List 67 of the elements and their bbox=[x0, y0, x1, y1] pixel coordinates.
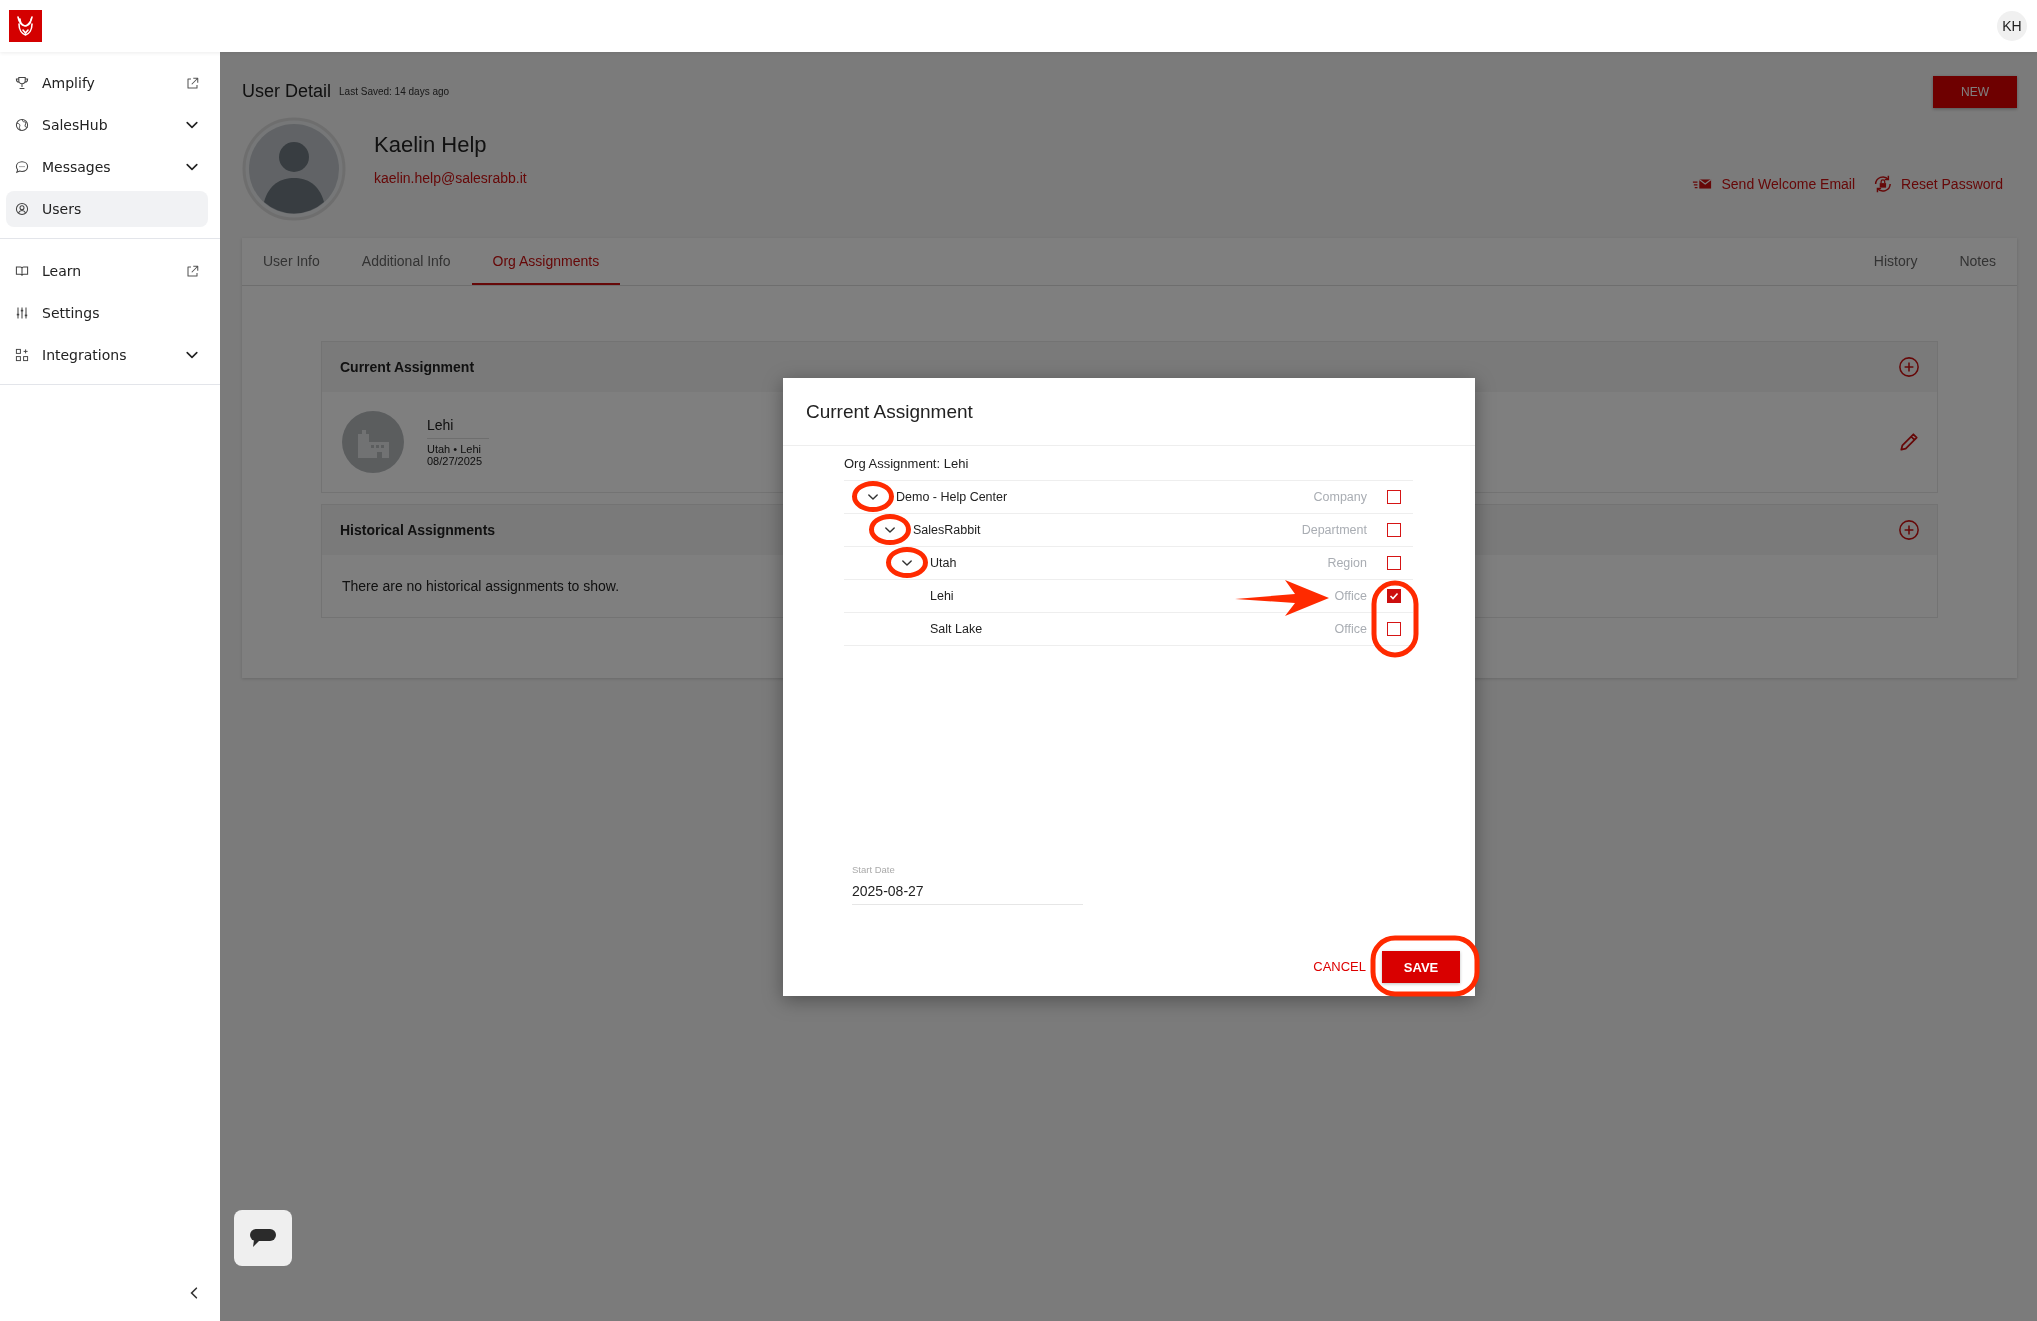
dialog-title: Current Assignment bbox=[783, 378, 1475, 446]
section-title: Current Assignment bbox=[340, 359, 475, 375]
empty-message: There are no historical assignments to show. bbox=[342, 578, 620, 594]
checkbox[interactable] bbox=[1387, 589, 1401, 603]
globe-icon bbox=[14, 117, 30, 133]
last-saved-text: Last Saved: 14 days ago bbox=[339, 86, 450, 97]
org-level-label: Company bbox=[1313, 490, 1367, 504]
action-link[interactable]: Send Welcome Email bbox=[1691, 174, 1856, 194]
checkbox[interactable] bbox=[1387, 523, 1401, 537]
pencil-icon[interactable] bbox=[1898, 431, 1920, 453]
sidebar-item[interactable]: SalesHub bbox=[6, 107, 208, 143]
trophy-icon bbox=[14, 75, 30, 91]
book-icon bbox=[14, 263, 30, 279]
sidebar-item[interactable]: Integrations bbox=[6, 337, 208, 373]
sidebar-item[interactable]: Users bbox=[6, 191, 208, 227]
assignment-path: Utah • Lehi bbox=[427, 443, 482, 455]
highlight-ring bbox=[852, 481, 894, 512]
org-level-label: Region bbox=[1327, 556, 1367, 570]
user-circle-icon bbox=[14, 201, 30, 217]
tree-item-label: Utah bbox=[930, 556, 958, 570]
tree-item-label: Salt Lake bbox=[930, 622, 984, 636]
external-link-icon bbox=[185, 263, 200, 279]
check-icon bbox=[1389, 591, 1399, 601]
checkbox[interactable] bbox=[1387, 556, 1401, 570]
chat-bubble-icon bbox=[14, 159, 30, 175]
tab[interactable]: User Info bbox=[242, 238, 341, 285]
add-icon[interactable] bbox=[1898, 519, 1920, 541]
grid-icon bbox=[14, 347, 30, 363]
org-level-label: Office bbox=[1334, 622, 1367, 636]
start-date-field[interactable]: 2025-08-27 bbox=[852, 875, 1083, 905]
new-button[interactable]: NEW bbox=[1933, 75, 2017, 108]
tree-item-label: Lehi bbox=[930, 589, 955, 603]
org-assignment-label: Org Assignment: Lehi bbox=[844, 454, 970, 473]
tree-item-label: Demo - Help Center bbox=[896, 490, 1009, 504]
save-button[interactable]: SAVE bbox=[1382, 951, 1460, 983]
action-link[interactable]: Reset Password bbox=[1871, 174, 2003, 194]
building-icon bbox=[342, 411, 404, 473]
highlight-ring bbox=[869, 514, 911, 545]
org-level-label: Department bbox=[1301, 523, 1367, 537]
external-link-icon bbox=[185, 75, 200, 91]
highlight-ring bbox=[886, 547, 928, 578]
tab[interactable]: History bbox=[1852, 238, 1939, 285]
add-icon[interactable] bbox=[1898, 356, 1920, 378]
user-name: Kaelin Help bbox=[374, 132, 488, 158]
checkbox[interactable] bbox=[1387, 622, 1401, 636]
section-title: Historical Assignments bbox=[340, 522, 496, 538]
assignment-name: Lehi bbox=[427, 417, 489, 439]
sidebar-item[interactable]: Learn bbox=[6, 253, 208, 289]
field-label: Start Date bbox=[852, 864, 896, 875]
logo bbox=[9, 10, 42, 42]
chat-bubble-icon bbox=[248, 1226, 278, 1250]
tree-item-label: SalesRabbit bbox=[913, 523, 982, 537]
assignment-date: 08/27/2025 bbox=[427, 455, 484, 467]
org-level-label: Office bbox=[1334, 589, 1367, 603]
cancel-button[interactable]: CANCEL bbox=[1313, 951, 1366, 983]
checkbox[interactable] bbox=[1387, 490, 1401, 504]
user-avatar[interactable]: KH bbox=[1997, 11, 2027, 41]
chat-widget-button[interactable] bbox=[234, 1210, 292, 1266]
sidebar-item[interactable]: Amplify bbox=[6, 65, 208, 101]
user-email: kaelin.help@salesrabb.it bbox=[374, 170, 527, 186]
tab[interactable]: Additional Info bbox=[340, 238, 472, 285]
page-title: User Detail bbox=[242, 81, 332, 102]
tab[interactable]: Notes bbox=[1938, 238, 2017, 285]
sidebar-item[interactable]: Settings bbox=[6, 295, 208, 331]
tab[interactable]: Org Assignments bbox=[471, 238, 621, 285]
sidebar-item[interactable]: Messages bbox=[6, 149, 208, 185]
sliders-icon bbox=[14, 305, 30, 321]
